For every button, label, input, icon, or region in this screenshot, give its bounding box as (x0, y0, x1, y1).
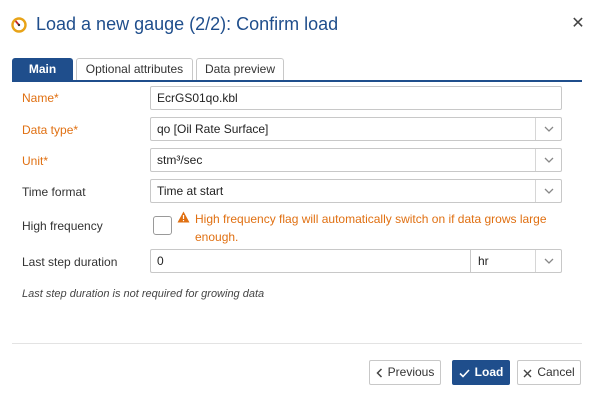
last-step-duration-input[interactable]: 0 (150, 249, 470, 273)
chevron-down-icon[interactable] (535, 180, 561, 202)
duration-unit-select[interactable]: hr (470, 249, 562, 273)
unit-select[interactable]: stm³/sec (150, 148, 562, 172)
data-type-value: qo [Oil Rate Surface] (157, 122, 269, 136)
chevron-down-icon[interactable] (535, 118, 561, 140)
time-format-value: Time at start (157, 184, 224, 198)
load-label: Load (474, 365, 504, 379)
high-frequency-checkbox[interactable] (153, 216, 172, 235)
name-field[interactable]: EcrGS01qo.kbl (150, 86, 562, 110)
unit-value: stm³/sec (157, 153, 203, 167)
dialog-title: Load a new gauge (2/2): Confirm load (36, 14, 339, 34)
tab-data-preview[interactable]: Data preview (196, 58, 284, 80)
load-button[interactable]: Load (452, 360, 510, 385)
unit-label-text: Unit (22, 154, 44, 168)
chevron-left-icon (376, 368, 382, 378)
chevron-down-icon[interactable] (535, 149, 561, 171)
data-type-label-text: Data type (22, 123, 74, 137)
close-icon[interactable]: ✕ (571, 16, 585, 32)
previous-button[interactable]: Previous (369, 360, 441, 385)
required-marker: * (43, 154, 49, 168)
unit-label: Unit* (22, 154, 48, 168)
close-icon (523, 369, 532, 378)
name-label: Name* (22, 91, 59, 105)
required-marker: * (54, 91, 59, 105)
last-step-duration-label: Last step duration (22, 255, 118, 269)
tab-underline (12, 80, 582, 82)
cancel-button[interactable]: Cancel (517, 360, 581, 385)
time-format-select[interactable]: Time at start (150, 179, 562, 203)
duration-unit-value: hr (478, 254, 489, 268)
tab-optional-attributes[interactable]: Optional attributes (76, 58, 193, 80)
cancel-label: Cancel (537, 365, 575, 379)
footer-divider (12, 343, 582, 344)
chevron-down-icon[interactable] (535, 250, 561, 272)
data-type-select[interactable]: qo [Oil Rate Surface] (150, 117, 562, 141)
data-type-label: Data type* (22, 123, 78, 137)
warning-icon (177, 211, 190, 223)
check-icon (459, 369, 470, 378)
name-label-text: Name (22, 91, 55, 105)
tab-main[interactable]: Main (12, 58, 73, 80)
required-marker: * (73, 123, 79, 137)
high-frequency-label: High frequency (22, 219, 103, 233)
previous-label: Previous (387, 365, 435, 379)
gauge-icon (11, 17, 27, 33)
duration-note: Last step duration is not required for g… (22, 288, 265, 300)
high-frequency-warning: High frequency flag will automatically s… (195, 212, 547, 244)
time-format-label: Time format (22, 185, 86, 199)
dialog-title-bar: Load a new gauge (2/2): Confirm load ✕ (0, 0, 594, 50)
